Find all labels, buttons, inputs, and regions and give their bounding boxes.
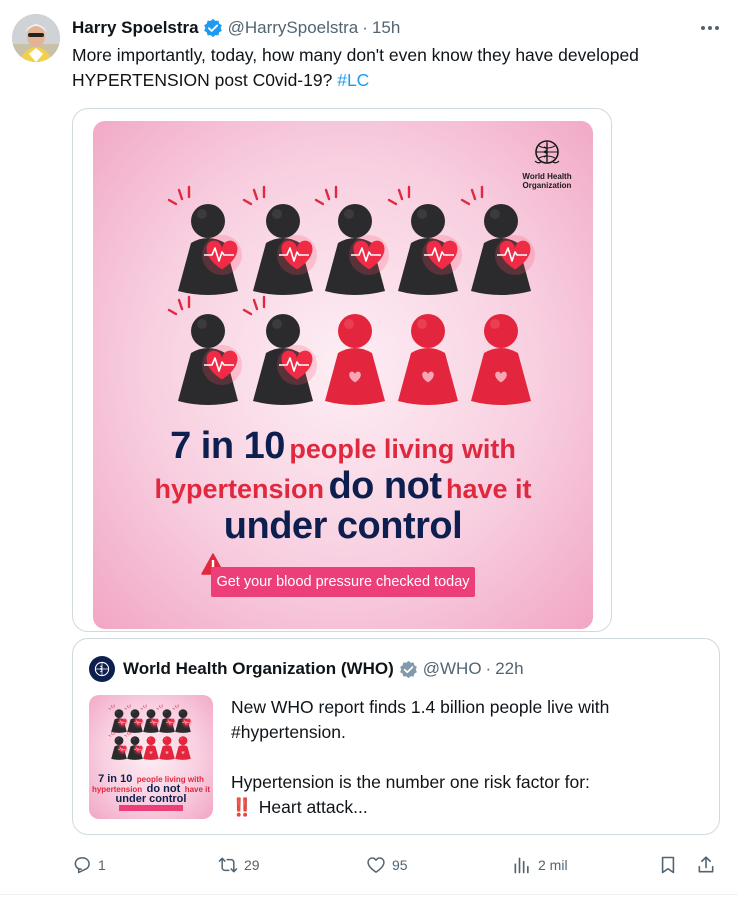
retweet-button[interactable]: 29 bbox=[218, 850, 260, 880]
reply-button[interactable]: 1 bbox=[72, 850, 106, 880]
headline-number: 7 in 10 bbox=[170, 425, 285, 467]
person-controlled-icon-9 bbox=[159, 736, 175, 760]
quoted-thumbnail[interactable]: 7 in 10 people living with hypertension … bbox=[89, 695, 213, 819]
person-uncontrolled-icon-4 bbox=[387, 185, 462, 295]
quoted-text-line4: ‼️ Heart attack... bbox=[231, 795, 701, 820]
quoted-text-heart-attack: Heart attack... bbox=[258, 797, 368, 817]
bookmark-button[interactable] bbox=[658, 850, 678, 880]
views-count: 2 mil bbox=[538, 857, 568, 873]
who-avatar[interactable] bbox=[89, 656, 115, 682]
person-uncontrolled-icon-3 bbox=[140, 704, 160, 733]
tweet: Harry Spoelstra @HarrySpoelstra · 15h Mo… bbox=[0, 0, 738, 906]
person-controlled-icon-8 bbox=[325, 314, 385, 405]
cta-banner: Get your blood pressure checked today bbox=[211, 567, 475, 597]
thumbnail-pictogram bbox=[108, 704, 192, 760]
thumb-navy3: under control bbox=[115, 793, 187, 805]
author-avatar[interactable] bbox=[12, 14, 60, 62]
action-bar: 1 29 95 2 mil bbox=[72, 850, 722, 880]
bookmark-icon bbox=[661, 856, 675, 874]
headline-line3: under control bbox=[93, 505, 593, 548]
quoted-author-name[interactable]: World Health Organization (WHO) bbox=[123, 659, 394, 679]
infographic-image[interactable]: World Health Organization 7 in 10 people… bbox=[93, 121, 593, 629]
quoted-tweet-time[interactable]: 22h bbox=[495, 659, 523, 679]
headline-navy2: do not bbox=[328, 465, 442, 507]
quoted-tweet-text: New WHO report finds 1.4 billion people … bbox=[231, 695, 701, 820]
like-icon bbox=[367, 857, 385, 873]
person-controlled-icon-10 bbox=[471, 314, 531, 405]
more-options-icon[interactable] bbox=[698, 18, 722, 38]
person-uncontrolled-icon-3 bbox=[314, 185, 389, 295]
author-name[interactable]: Harry Spoelstra bbox=[72, 18, 199, 38]
media-card[interactable]: World Health Organization 7 in 10 people… bbox=[72, 108, 612, 632]
quoted-text-line3: Hypertension is the number one risk fact… bbox=[231, 772, 590, 792]
separator-dot: · bbox=[362, 18, 368, 37]
person-controlled-icon-10 bbox=[175, 736, 191, 760]
tweet-text-line2: HYPERTENSION post C0vid-19? bbox=[72, 70, 333, 90]
gov-badge-icon bbox=[399, 660, 418, 679]
headline-line1: 7 in 10 people living with bbox=[93, 425, 593, 468]
person-controlled-icon-8 bbox=[143, 736, 159, 760]
headline-line2: hypertension do not have it bbox=[93, 465, 593, 508]
quoted-text-line1: New WHO report finds 1.4 billion people … bbox=[231, 697, 610, 717]
headline-navy3: under control bbox=[223, 505, 463, 547]
people-pictogram bbox=[167, 185, 535, 405]
who-emblem-icon bbox=[94, 661, 110, 677]
headline-red2: hypertension bbox=[154, 474, 324, 504]
reply-count: 1 bbox=[98, 857, 106, 873]
author-handle[interactable]: @HarrySpoelstra bbox=[228, 18, 359, 38]
person-uncontrolled-icon-7 bbox=[242, 295, 317, 405]
person-uncontrolled-icon-5 bbox=[460, 185, 535, 295]
person-uncontrolled-icon-2 bbox=[124, 704, 144, 733]
person-uncontrolled-icon-2 bbox=[242, 185, 317, 295]
quoted-tweet[interactable]: World Health Organization (WHO) @WHO · 2… bbox=[72, 638, 720, 835]
person-uncontrolled-icon-4 bbox=[156, 704, 176, 733]
separator-dot: · bbox=[485, 659, 492, 678]
views-button[interactable]: 2 mil bbox=[512, 850, 568, 880]
person-uncontrolled-icon-7 bbox=[124, 731, 144, 760]
share-button[interactable] bbox=[696, 850, 716, 880]
retweet-icon bbox=[218, 857, 238, 873]
retweet-count: 29 bbox=[244, 857, 260, 873]
double-exclamation-icon: ‼️ bbox=[231, 797, 253, 817]
share-icon bbox=[698, 856, 714, 873]
person-controlled-icon-9 bbox=[398, 314, 458, 405]
quoted-text-line2: #hypertension. bbox=[231, 722, 346, 742]
person-uncontrolled-icon-6 bbox=[167, 295, 242, 405]
like-button[interactable]: 95 bbox=[366, 850, 408, 880]
views-icon bbox=[514, 857, 529, 874]
quoted-author-handle[interactable]: @WHO bbox=[423, 659, 482, 679]
thumb-cta-banner bbox=[119, 805, 183, 811]
headline-red1: people living with bbox=[289, 434, 516, 464]
person-uncontrolled-icon-5 bbox=[172, 704, 192, 733]
like-count: 95 bbox=[392, 857, 408, 873]
reply-icon bbox=[74, 857, 90, 874]
tweet-time[interactable]: 15h bbox=[372, 18, 400, 38]
tweet-text: More importantly, today, how many don't … bbox=[72, 43, 712, 93]
hashtag-link[interactable]: #LC bbox=[337, 70, 369, 90]
person-uncontrolled-icon-1 bbox=[108, 704, 128, 733]
tweet-header: Harry Spoelstra @HarrySpoelstra · 15h bbox=[72, 15, 400, 41]
person-uncontrolled-icon-1 bbox=[167, 185, 242, 295]
verified-badge-icon bbox=[203, 18, 223, 38]
quoted-tweet-header: World Health Organization (WHO) @WHO · 2… bbox=[89, 656, 524, 682]
tweet-text-line1: More importantly, today, how many don't … bbox=[72, 45, 639, 65]
headline-red3: have it bbox=[445, 474, 532, 504]
person-uncontrolled-icon-6 bbox=[108, 731, 128, 760]
divider bbox=[0, 894, 738, 895]
